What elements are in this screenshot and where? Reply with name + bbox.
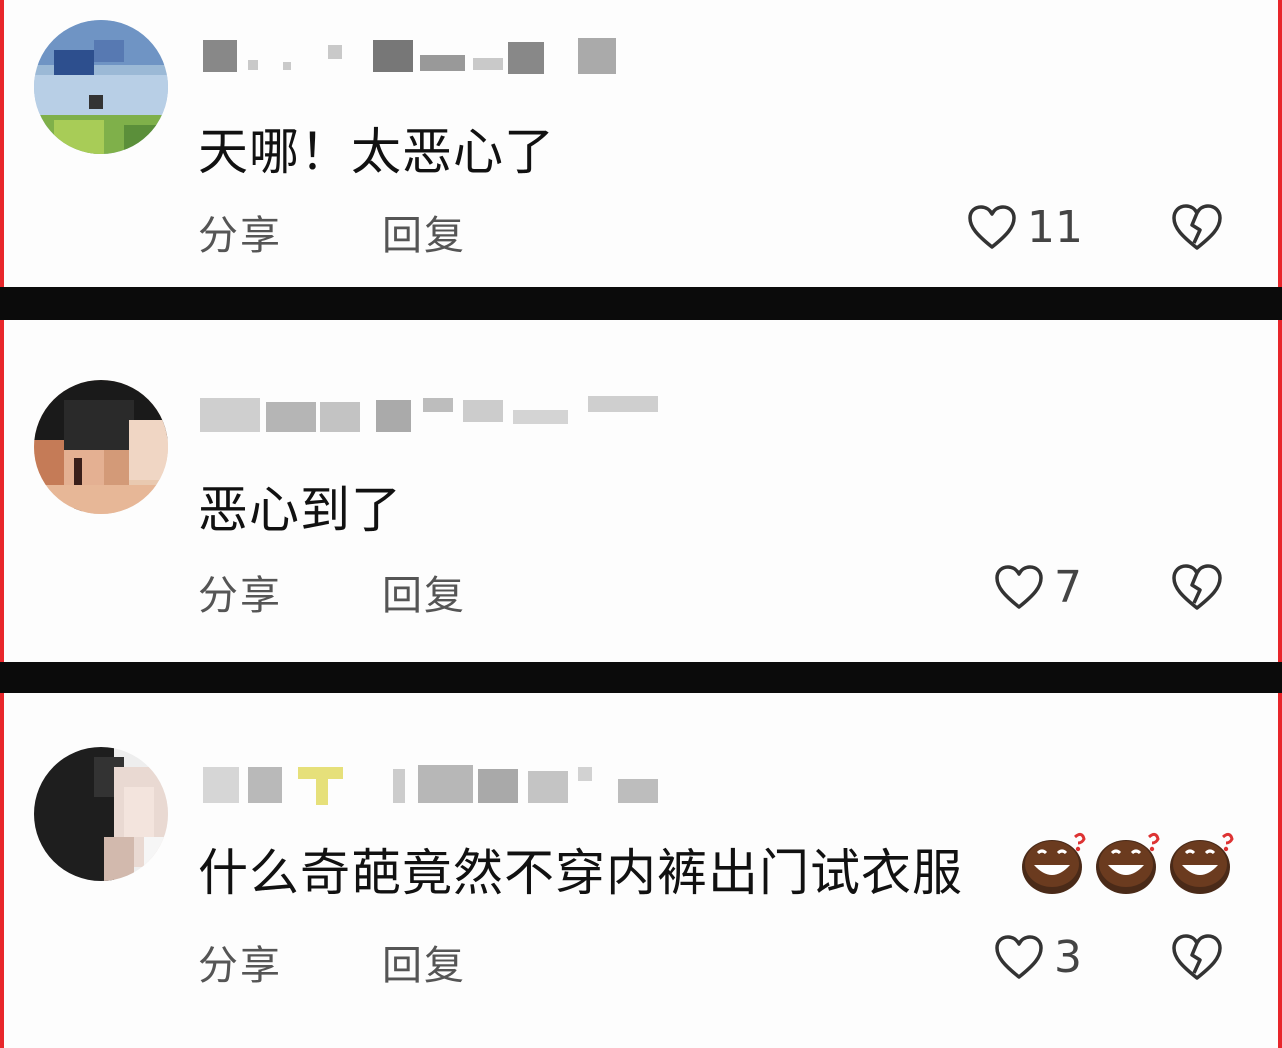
reply-button[interactable]: 回复 bbox=[382, 563, 466, 621]
heart-outline-icon bbox=[995, 565, 1043, 609]
broken-heart-icon bbox=[1172, 204, 1222, 250]
broken-heart-icon bbox=[1172, 564, 1222, 610]
reply-button[interactable]: 回复 bbox=[382, 933, 466, 991]
grinning-face-emoji bbox=[1022, 832, 1086, 894]
username-obscured bbox=[198, 30, 668, 76]
comment-card-3: 什么奇葩竟然不穿内裤出门试衣服 分享 回复 3 bbox=[4, 693, 1278, 1048]
dislike-button[interactable] bbox=[1171, 933, 1223, 981]
comment-text: 天哪！太恶心了 bbox=[198, 123, 555, 181]
avatar[interactable] bbox=[34, 380, 168, 514]
like-button[interactable]: 11 bbox=[967, 201, 1083, 253]
grinning-face-emoji bbox=[1170, 832, 1234, 894]
avatar[interactable] bbox=[34, 747, 168, 881]
grinning-face-emoji bbox=[1096, 832, 1160, 894]
like-count: 3 bbox=[1054, 931, 1082, 983]
share-button[interactable]: 分享 bbox=[198, 933, 282, 991]
dislike-button[interactable] bbox=[1171, 203, 1223, 251]
comment-card-1: 天哪！太恶心了 分享 回复 11 bbox=[4, 0, 1278, 287]
reply-button[interactable]: 回复 bbox=[382, 203, 466, 261]
share-button[interactable]: 分享 bbox=[198, 203, 282, 261]
heart-outline-icon bbox=[968, 205, 1016, 249]
dislike-button[interactable] bbox=[1171, 563, 1223, 611]
username-obscured bbox=[198, 761, 668, 807]
divider bbox=[0, 662, 1282, 693]
share-button[interactable]: 分享 bbox=[198, 563, 282, 621]
comment-text: 恶心到了 bbox=[198, 481, 402, 539]
comment-text: 什么奇葩竟然不穿内裤出门试衣服 bbox=[198, 844, 963, 902]
like-button[interactable]: 3 bbox=[994, 931, 1082, 983]
username-obscured bbox=[198, 390, 668, 436]
avatar[interactable] bbox=[34, 20, 168, 154]
like-count: 7 bbox=[1054, 561, 1082, 613]
comment-card-2: 恶心到了 分享 回复 7 bbox=[4, 320, 1278, 662]
heart-outline-icon bbox=[995, 935, 1043, 979]
broken-heart-icon bbox=[1172, 934, 1222, 980]
divider bbox=[0, 287, 1282, 320]
like-count: 11 bbox=[1027, 201, 1083, 253]
like-button[interactable]: 7 bbox=[994, 561, 1082, 613]
